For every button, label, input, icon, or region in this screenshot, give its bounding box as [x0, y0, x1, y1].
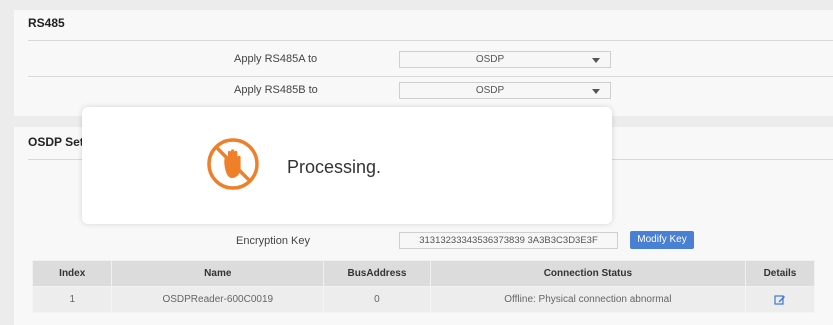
page: RS485 Apply RS485A to OSDP Apply RS485B … — [0, 0, 833, 325]
stop-hand-icon — [207, 138, 259, 190]
processing-dialog: Processing. — [82, 107, 612, 224]
processing-message: Processing. — [287, 157, 382, 177]
